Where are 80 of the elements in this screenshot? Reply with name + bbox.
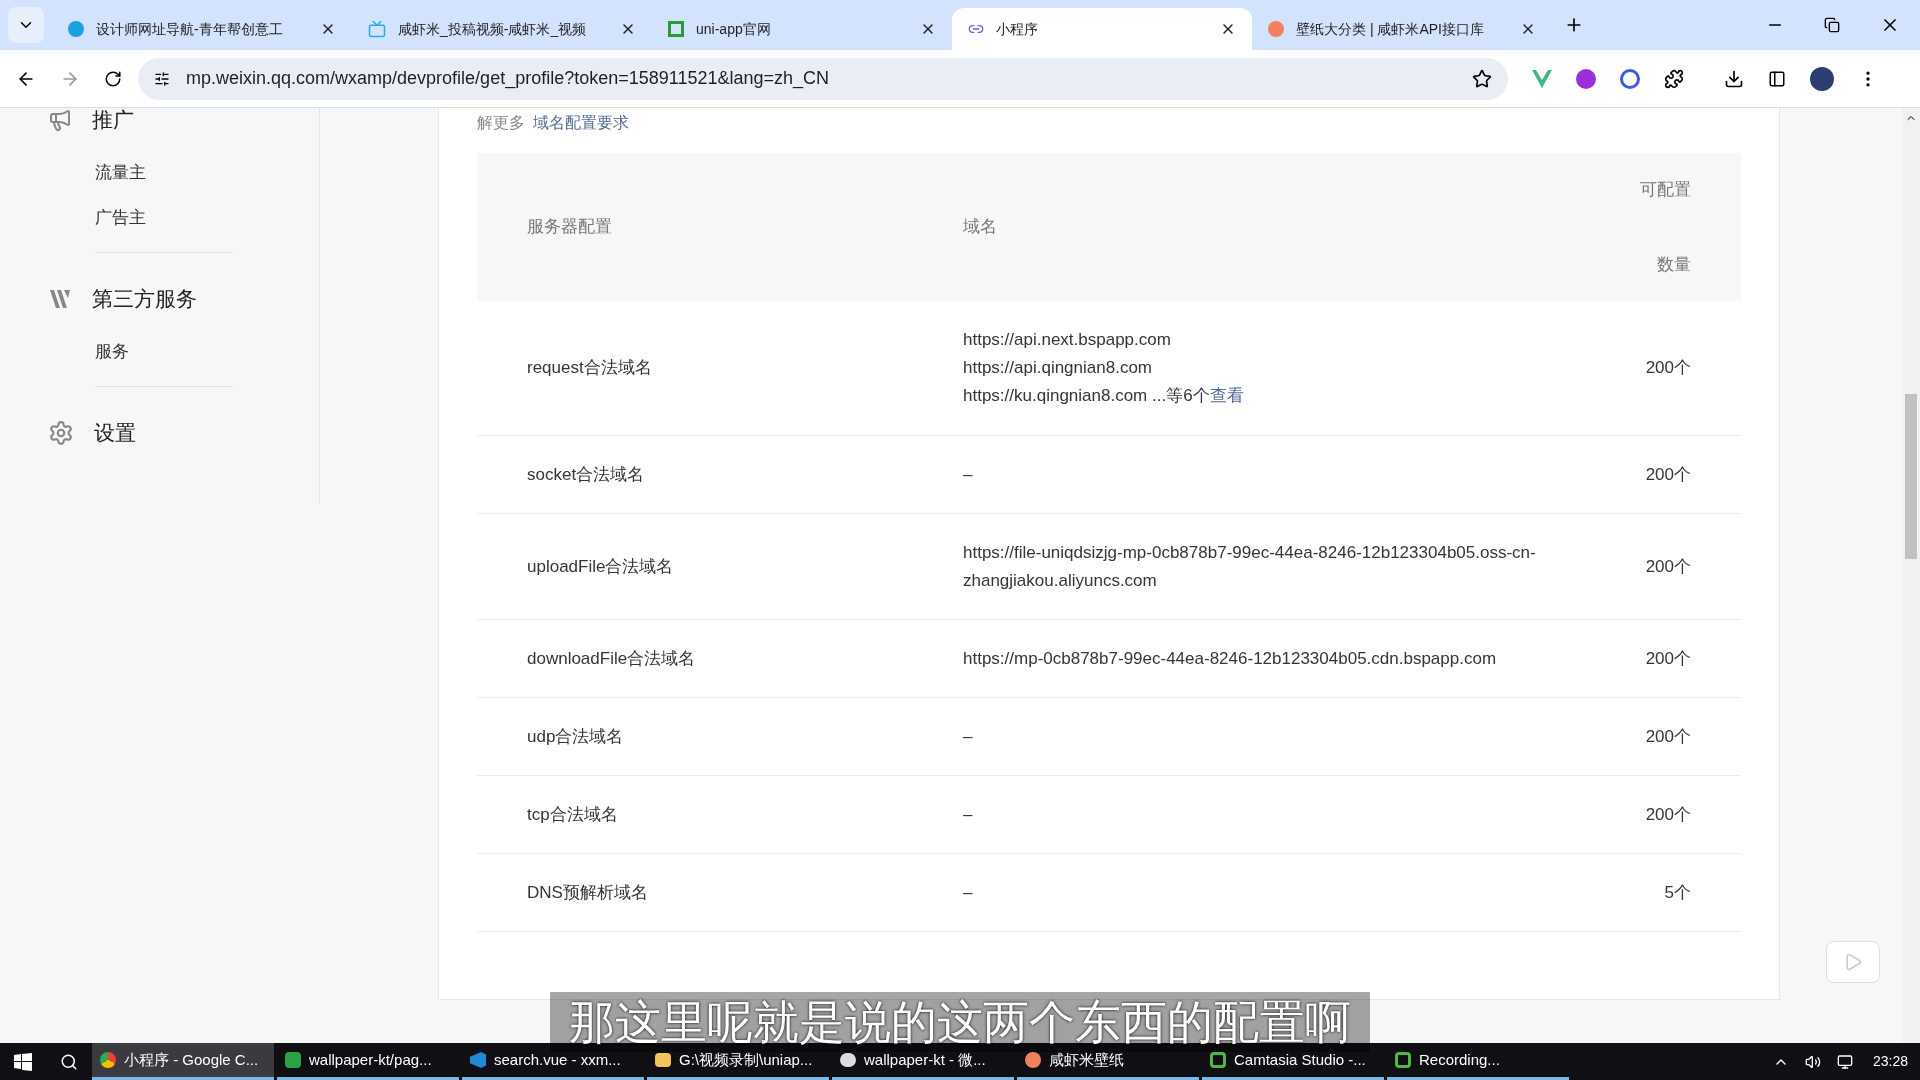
tab-title: 设计师网址导航-青年帮创意工 <box>96 19 284 39</box>
sidebar-item[interactable]: 广告主 <box>95 195 233 240</box>
mesh-icon <box>48 288 72 310</box>
table-cell-text: udp合法域名 <box>527 725 625 748</box>
table-cell-text: 200个 <box>1644 647 1691 670</box>
extensions-icon[interactable] <box>1664 68 1684 89</box>
sidebar-group-label: 第三方服务 <box>92 286 197 313</box>
table-cell-text: https://api.qingnian8.com <box>963 357 1152 379</box>
sidebar-group[interactable]: 第三方服务 <box>48 269 319 329</box>
extension-icon[interactable] <box>1620 68 1640 89</box>
search-icon[interactable] <box>60 1052 78 1071</box>
download-icon[interactable] <box>1724 68 1744 89</box>
table-cell-text: 200个 <box>1644 555 1691 578</box>
sidebar-group-label: 设置 <box>94 420 136 447</box>
browser-tab[interactable]: 小程序 <box>952 8 1252 50</box>
table-cell-text: DNS预解析域名 <box>527 881 649 904</box>
table-cell-text: 200个 <box>1644 357 1691 380</box>
table-cell-text: 200个 <box>1644 725 1691 748</box>
extension-icon[interactable] <box>1576 68 1596 89</box>
browser-tab[interactable]: 壁纸大分类 | 咸虾米API接口库 <box>1252 8 1552 50</box>
site-info-icon[interactable] <box>154 70 170 87</box>
taskbar-app[interactable]: 小程序 - Google C... <box>92 1043 274 1080</box>
restore-icon[interactable] <box>1824 17 1840 33</box>
table-cell-text: https://mp-0cb878b7-99ec-44ea-8246-12b123304b05.cdn.bspapp.com <box>963 647 1497 670</box>
chat-icon <box>840 1053 856 1067</box>
column-header: 域名 <box>963 216 998 239</box>
tab-title: 小程序 <box>996 19 1039 39</box>
windows-icon[interactable] <box>14 1052 32 1071</box>
tv-icon <box>368 20 386 38</box>
clock[interactable]: 23:28 <box>1872 1051 1908 1072</box>
table-cell-text: – <box>963 881 973 904</box>
table-cell-text: 200个 <box>1644 803 1691 826</box>
table-cell-text: https://file-uniqdsizjg-mp-0cb878b7-99ec-44ea-8246-12b123304b05.oss-cn-zhangjiakou.aliyuncs.com <box>963 541 1537 592</box>
taskbar-app[interactable]: Recording... <box>1387 1043 1569 1080</box>
bookmark-icon[interactable] <box>1472 68 1492 89</box>
table-cell-text: uploadFile合法域名 <box>527 555 675 578</box>
table-cell-text: https://api.next.bspapp.com <box>963 329 1171 351</box>
table-cell-text: – <box>963 725 973 748</box>
column-header: 可配置 数量 <box>1640 178 1691 276</box>
table-cell-text: downloadFile合法域名 <box>527 647 697 670</box>
network-icon[interactable] <box>1836 1053 1853 1070</box>
table-cell-text: 5个 <box>1663 881 1691 904</box>
taskbar-app[interactable]: Camtasia Studio -... <box>1202 1043 1384 1080</box>
scrollbar-thumb[interactable] <box>1905 394 1917 559</box>
browser-tab[interactable]: 设计师网址导航-青年帮创意工 <box>52 8 352 50</box>
tab-title: 咸虾米_投稿视频-咸虾米_视频 <box>398 19 588 39</box>
sidebar-item[interactable]: 流量主 <box>95 150 233 195</box>
table-cell-text: https://ku.qingnian8.com ...等6个 <box>963 385 1210 407</box>
sidebar-group[interactable]: 推广 <box>48 108 319 150</box>
address-bar[interactable]: mp.weixin.qq.com/wxamp/devprofile/get_profile?token=158911521&lang=zh_CN <box>138 57 1508 100</box>
video-subtitle: 那这里呢就是说的这两个东西的配置啊 <box>550 992 1370 1052</box>
table-cell-text: request合法域名 <box>527 357 653 380</box>
url-text: mp.weixin.qq.com/wxamp/devprofile/get_profile?token=158911521&lang=zh_CN <box>186 67 831 91</box>
view-link[interactable]: 查看 <box>1209 382 1244 410</box>
table-cell-text: – <box>963 803 973 826</box>
table-cell-text: – <box>963 463 973 486</box>
play-icon <box>1843 952 1863 972</box>
settings-icon <box>48 420 74 446</box>
browser-tab[interactable]: uni-app官网 <box>652 8 952 50</box>
browser-tab[interactable]: 咸虾米_投稿视频-咸虾米_视频 <box>352 8 652 50</box>
tab-title: uni-app官网 <box>696 19 772 39</box>
volume-icon[interactable] <box>1804 1053 1821 1070</box>
reload-icon[interactable] <box>104 69 122 88</box>
taskbar-app[interactable]: wallpaper-kt/pag... <box>277 1043 459 1080</box>
intro-text: 解更多 <box>477 113 525 133</box>
taskbar-app[interactable]: 咸虾米壁纸 <box>1017 1043 1199 1080</box>
megaphone-icon <box>48 108 72 132</box>
requirements-link[interactable]: 域名配置要求 <box>533 111 629 135</box>
profile-avatar[interactable] <box>1810 66 1834 91</box>
side-panel-icon[interactable] <box>1768 69 1786 88</box>
sidebar-group-label: 推广 <box>92 108 134 134</box>
sidebar-item[interactable]: 服务 <box>95 329 233 374</box>
tab-title: 壁纸大分类 | 咸虾米API接口库 <box>1296 19 1485 39</box>
table-cell-text: tcp合法域名 <box>527 803 619 826</box>
sidebar-group[interactable]: 设置 <box>48 403 319 463</box>
folder-icon <box>655 1053 671 1067</box>
square-icon <box>668 21 684 37</box>
table-cell-text: 200个 <box>1644 463 1691 486</box>
table-cell-text: socket合法域名 <box>527 463 646 486</box>
column-header: 服务器配置 <box>527 216 613 239</box>
